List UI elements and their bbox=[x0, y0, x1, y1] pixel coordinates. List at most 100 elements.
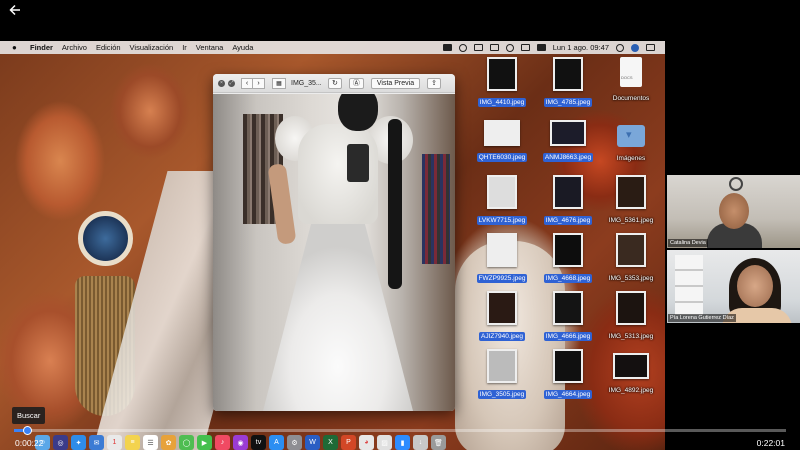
control-center-icon[interactable] bbox=[646, 44, 655, 51]
notes-icon[interactable]: ≡ bbox=[125, 435, 140, 450]
file-label: FWZP9925.jpeg bbox=[476, 274, 528, 283]
desktop-file-icon[interactable]: ANMJ8663.jpeg bbox=[533, 116, 603, 164]
seek-tooltip: Buscar bbox=[12, 407, 46, 424]
spotlight-icon[interactable] bbox=[616, 43, 624, 52]
volume-icon[interactable] bbox=[520, 44, 530, 51]
bluetooth-icon[interactable] bbox=[489, 44, 499, 51]
phone bbox=[347, 144, 369, 182]
menu-ayuda[interactable]: Ayuda bbox=[232, 43, 253, 52]
preview-app-icon[interactable]: ▨ bbox=[377, 435, 392, 450]
shared-mac-screen: ● Finder Archivo Edición Visualización I… bbox=[0, 41, 665, 450]
progress-knob[interactable] bbox=[22, 426, 32, 435]
desktop-file-icon[interactable]: IMG_5353.jpeg bbox=[596, 233, 665, 285]
desktop-file-icon[interactable]: IMG_4410.jpeg bbox=[467, 57, 537, 109]
music-icon[interactable]: ♪ bbox=[215, 435, 230, 450]
back-button[interactable] bbox=[8, 3, 24, 19]
safari-icon[interactable]: ✦ bbox=[71, 435, 86, 450]
file-thumbnail bbox=[553, 57, 583, 91]
file-thumbnail bbox=[616, 291, 646, 325]
participant-face bbox=[719, 193, 749, 229]
preview-window: × ⤢ ‹ › ▦ IMG_35... ↻ Ⓐ Vista Previa ⇪ bbox=[213, 74, 455, 411]
powerpoint-icon[interactable]: P bbox=[341, 435, 356, 450]
head bbox=[338, 94, 378, 131]
menu-ventana[interactable]: Ventana bbox=[196, 43, 224, 52]
menu-ir[interactable]: Ir bbox=[182, 43, 187, 52]
document-icon bbox=[620, 57, 642, 87]
rotate-icon[interactable]: ↻ bbox=[328, 77, 342, 89]
markup-icon[interactable]: Ⓐ bbox=[348, 77, 364, 89]
word-icon[interactable]: W bbox=[305, 435, 320, 450]
share-icon[interactable]: ⇪ bbox=[427, 77, 441, 89]
menu-finder[interactable]: Finder bbox=[30, 43, 53, 52]
photos-icon[interactable]: ✿ bbox=[161, 435, 176, 450]
file-label: IMG_4892.jpeg bbox=[608, 387, 654, 394]
participant-video-tile[interactable]: Catalina Devia bbox=[667, 175, 800, 248]
mail-icon[interactable]: ✉ bbox=[89, 435, 104, 450]
file-label: QHTE6030.jpeg bbox=[476, 153, 528, 162]
calendar-icon[interactable]: 1 bbox=[107, 435, 122, 450]
airplay-icon[interactable] bbox=[473, 44, 483, 51]
desktop-file-icon[interactable]: IMG_3505.jpeg bbox=[467, 349, 537, 401]
chrome-icon[interactable]: ◕ bbox=[359, 435, 374, 450]
menu-visualizacion[interactable]: Visualización bbox=[130, 43, 174, 52]
folder-label: Imágenes bbox=[616, 155, 646, 162]
file-label: IMG_4785.jpeg bbox=[543, 98, 593, 107]
file-label: IMG_4676.jpeg bbox=[543, 216, 593, 225]
participant-face bbox=[737, 265, 773, 307]
menubar-datetime[interactable]: Lun 1 ago. 09:47 bbox=[553, 43, 609, 52]
file-label: IMG_5361.jpeg bbox=[608, 217, 654, 224]
user-avatar-icon[interactable] bbox=[631, 43, 639, 52]
desktop-file-icon[interactable]: IMG_4785.jpeg bbox=[533, 57, 603, 109]
grid-view-icon[interactable]: ▦ bbox=[272, 77, 286, 89]
file-thumbnail bbox=[487, 349, 517, 383]
messages-icon[interactable]: ◯ bbox=[179, 435, 194, 450]
trash-icon[interactable]: 🗑 bbox=[431, 435, 446, 450]
desktop-file-icon[interactable]: AJIZ7940.jpeg bbox=[467, 291, 537, 343]
fullscreen-window-icon[interactable]: ⤢ bbox=[228, 79, 235, 87]
desktop-file-icon[interactable]: QHTE6030.jpeg bbox=[467, 116, 537, 164]
wallpaper-jewel bbox=[78, 211, 133, 266]
images-folder-icon[interactable]: Imágenes bbox=[596, 119, 665, 165]
apple-icon[interactable]: ● bbox=[12, 43, 22, 52]
desktop-file-icon[interactable]: FWZP9925.jpeg bbox=[467, 233, 537, 285]
participant-name: Catalina Devia bbox=[668, 239, 708, 247]
screen-record-icon[interactable] bbox=[442, 44, 452, 51]
excel-icon[interactable]: X bbox=[323, 435, 338, 450]
downloads-icon[interactable]: ↓ bbox=[413, 435, 428, 450]
desktop-file-icon[interactable]: IMG_5361.jpeg bbox=[596, 175, 665, 227]
zoom-icon[interactable] bbox=[458, 43, 467, 52]
launchpad-icon[interactable]: ◎ bbox=[53, 435, 68, 450]
desktop-file-icon[interactable]: IMG_5313.jpeg bbox=[596, 291, 665, 343]
facetime-icon[interactable]: ▶ bbox=[197, 435, 212, 450]
menu-archivo[interactable]: Archivo bbox=[62, 43, 87, 52]
video-progress-bar[interactable] bbox=[14, 426, 786, 435]
file-thumbnail bbox=[616, 233, 646, 267]
app-store-icon[interactable]: A bbox=[269, 435, 284, 450]
wifi-icon[interactable] bbox=[505, 43, 514, 52]
open-with-preview-button[interactable]: Vista Previa bbox=[370, 77, 421, 89]
file-label: IMG_3505.jpeg bbox=[477, 390, 527, 399]
reminders-icon[interactable]: ☰ bbox=[143, 435, 158, 450]
settings-icon[interactable]: ⚙ bbox=[287, 435, 302, 450]
desktop-file-icon[interactable]: IMG_4892.jpeg bbox=[596, 349, 665, 397]
podcasts-icon[interactable]: ◉ bbox=[233, 435, 248, 450]
desktop-file-icon[interactable]: IMG_4668.jpeg bbox=[533, 233, 603, 285]
documents-folder-icon[interactable]: Documentos bbox=[596, 57, 665, 105]
desktop-file-icon[interactable]: LVKW7715.jpeg bbox=[467, 175, 537, 227]
file-label: LVKW7715.jpeg bbox=[476, 216, 528, 225]
file-thumbnail bbox=[553, 175, 583, 209]
zoom-app-icon[interactable]: ▮ bbox=[395, 435, 410, 450]
desktop-file-icon[interactable]: IMG_4676.jpeg bbox=[533, 175, 603, 227]
chevron-left-icon[interactable]: ‹ bbox=[241, 77, 253, 89]
chevron-right-icon[interactable]: › bbox=[253, 77, 265, 89]
clothes-rack-right bbox=[422, 154, 450, 264]
menu-edicion[interactable]: Edición bbox=[96, 43, 121, 52]
battery-icon[interactable] bbox=[536, 44, 546, 51]
desktop-file-icon[interactable]: IMG_4664.jpeg bbox=[533, 349, 603, 401]
participant-video-tile[interactable]: Pía Lorena Gutierrez Díaz bbox=[667, 250, 800, 323]
tv-icon[interactable]: tv bbox=[251, 435, 266, 450]
file-thumbnail bbox=[487, 57, 517, 91]
desktop-file-icon[interactable]: IMG_4666.jpeg bbox=[533, 291, 603, 343]
lamp bbox=[729, 177, 743, 191]
close-window-icon[interactable]: × bbox=[218, 79, 225, 87]
